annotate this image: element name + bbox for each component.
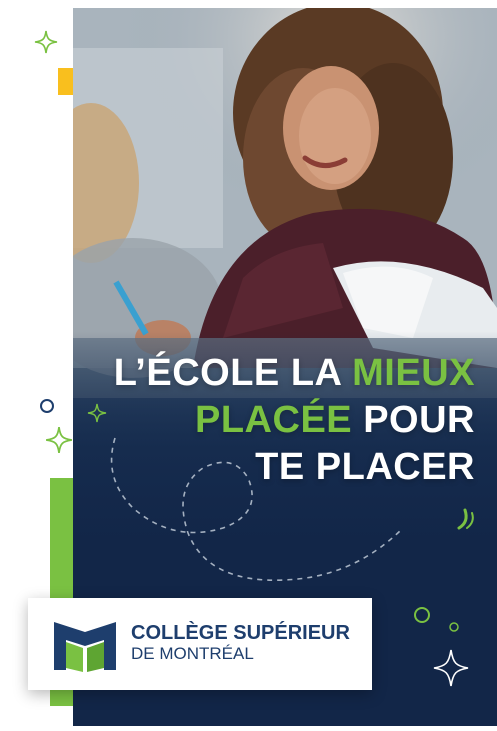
headline-line-1: L’ÉCOLE LA MIEUX [73, 350, 475, 397]
headline: L’ÉCOLE LA MIEUX PLACÉE POUR TE PLACER [73, 350, 475, 491]
headline-line-3: TE PLACER [73, 444, 475, 491]
headline-text-green: MIEUX [352, 352, 475, 394]
headline-text-green: PLACÉE [195, 399, 353, 441]
sparkle-icon [46, 427, 72, 453]
headline-text-white: TE PLACER [255, 446, 475, 488]
circle-outline-icon [40, 399, 54, 413]
college-logo-mark-icon [54, 622, 116, 672]
headline-text-white: L’ÉCOLE LA [113, 352, 342, 394]
headline-line-2: PLACÉE POUR [73, 397, 475, 444]
college-name-line-2: DE MONTRÉAL [131, 644, 254, 663]
headline-text-white: POUR [363, 399, 475, 441]
college-logo-card[interactable]: COLLÈGE SUPÉRIEUR DE MONTRÉAL [28, 598, 372, 690]
sparkle-icon [34, 30, 58, 54]
college-name-line-1: COLLÈGE SUPÉRIEUR [131, 622, 350, 644]
college-name: COLLÈGE SUPÉRIEUR DE MONTRÉAL [131, 622, 350, 664]
